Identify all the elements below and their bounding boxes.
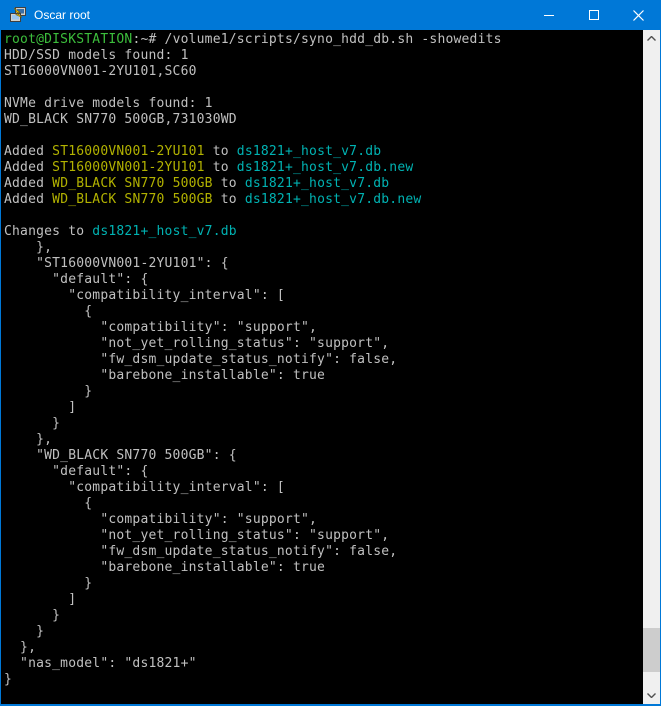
scrollbar-track[interactable] (643, 47, 660, 687)
terminal-output[interactable]: root@DISKSTATION:~# /volume1/scripts/syn… (1, 30, 643, 704)
terminal-line: } (4, 672, 643, 688)
terminal-line: Changes to ds1821+_host_v7.db (4, 224, 643, 240)
maximize-icon (589, 10, 599, 20)
terminal-line: HDD/SSD models found: 1 (4, 48, 643, 64)
terminal-line: Added WD_BLACK SN770 500GB to ds1821+_ho… (4, 176, 643, 192)
chevron-up-icon (647, 36, 656, 41)
terminal-line: "compatibility_interval": [ (4, 288, 643, 304)
close-button[interactable] (616, 0, 661, 30)
terminal-line: "not_yet_rolling_status": "support", (4, 336, 643, 352)
terminal-line: } (4, 416, 643, 432)
scrollbar-down-button[interactable] (643, 687, 660, 704)
terminal-line: "fw_dsm_update_status_notify": false, (4, 352, 643, 368)
terminal-line: "nas_model": "ds1821+" (4, 656, 643, 672)
terminal-line: } (4, 384, 643, 400)
putty-window: Oscar root root@DISKSTATION:~# /volume1/… (0, 0, 661, 706)
terminal-line: "compatibility": "support", (4, 320, 643, 336)
terminal-line: "fw_dsm_update_status_notify": false, (4, 544, 643, 560)
window-title: Oscar root (34, 8, 526, 22)
putty-app-icon[interactable] (10, 7, 26, 23)
close-icon (633, 10, 644, 21)
terminal-line: root@DISKSTATION:~# /volume1/scripts/syn… (4, 32, 643, 48)
scrollbar-thumb[interactable] (643, 628, 660, 672)
terminal-line (4, 80, 643, 96)
scrollbar[interactable] (643, 30, 660, 704)
terminal-line: NVMe drive models found: 1 (4, 96, 643, 112)
terminal-line: Added WD_BLACK SN770 500GB to ds1821+_ho… (4, 192, 643, 208)
terminal-line: "barebone_installable": true (4, 560, 643, 576)
terminal-line: "compatibility_interval": [ (4, 480, 643, 496)
terminal-line: "not_yet_rolling_status": "support", (4, 528, 643, 544)
terminal-line: "compatibility": "support", (4, 512, 643, 528)
putty-terminals-lightning-icon (10, 7, 26, 23)
terminal-line (4, 208, 643, 224)
terminal-line: { (4, 496, 643, 512)
terminal-line: Added ST16000VN001-2YU101 to ds1821+_hos… (4, 160, 643, 176)
terminal-line: } (4, 624, 643, 640)
terminal-line: "barebone_installable": true (4, 368, 643, 384)
window-controls (526, 0, 661, 30)
terminal-line: ST16000VN001-2YU101,SC60 (4, 64, 643, 80)
terminal-line: }, (4, 240, 643, 256)
titlebar[interactable]: Oscar root (0, 0, 661, 30)
terminal-line: } (4, 576, 643, 592)
terminal-line: "default": { (4, 272, 643, 288)
minimize-button[interactable] (526, 0, 571, 30)
terminal-line: "WD_BLACK SN770 500GB": { (4, 448, 643, 464)
scrollbar-up-button[interactable] (643, 30, 660, 47)
maximize-button[interactable] (571, 0, 616, 30)
window-body: root@DISKSTATION:~# /volume1/scripts/syn… (0, 30, 661, 706)
terminal-line: WD_BLACK SN770 500GB,731030WD (4, 112, 643, 128)
terminal-line: }, (4, 640, 643, 656)
terminal-line: } (4, 608, 643, 624)
terminal-line: }, (4, 432, 643, 448)
minimize-icon (544, 15, 554, 16)
chevron-down-icon (647, 693, 656, 698)
terminal-line: { (4, 304, 643, 320)
terminal-line: ] (4, 400, 643, 416)
terminal-line: "default": { (4, 464, 643, 480)
terminal-line: ] (4, 592, 643, 608)
terminal-line: Added ST16000VN001-2YU101 to ds1821+_hos… (4, 144, 643, 160)
terminal-line: "ST16000VN001-2YU101": { (4, 256, 643, 272)
terminal-line (4, 128, 643, 144)
